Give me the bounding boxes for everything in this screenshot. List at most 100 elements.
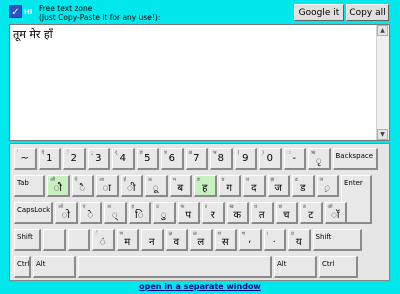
- key-4-char: 4: [119, 153, 126, 164]
- key-extra1[interactable]: [43, 229, 66, 251]
- key-s[interactable]: एे: [79, 202, 102, 224]
- key-equals-char: ृ: [315, 156, 322, 167]
- key-r-char: ी: [126, 183, 136, 194]
- key-p[interactable]: झज: [267, 175, 290, 197]
- key-l[interactable]: थत: [251, 202, 274, 224]
- key-q[interactable]: औौ: [47, 175, 70, 197]
- key-shift-left[interactable]: Shift: [14, 229, 41, 251]
- key-alt-right-label: Alt: [277, 260, 287, 268]
- key-0-char: 0: [266, 153, 273, 164]
- key-d[interactable]: अ्: [104, 202, 127, 224]
- key-o[interactable]: धद: [243, 175, 266, 197]
- key-backslash[interactable]: ऑॉ: [324, 202, 347, 224]
- key-t-char: ू: [152, 183, 159, 194]
- key-grave[interactable]: ' ~: [14, 148, 37, 170]
- key-7-char: 7: [193, 153, 200, 164]
- key-d-char: ्: [111, 210, 118, 221]
- key-3[interactable]: ्र 3: [87, 148, 110, 170]
- key-2[interactable]: ॅ 2: [63, 148, 86, 170]
- hi-checkbox[interactable]: ✓: [9, 5, 22, 18]
- key-y[interactable]: भब: [169, 175, 192, 197]
- key-alt-right[interactable]: Alt: [274, 256, 317, 278]
- key-9[interactable]: (9: [234, 148, 257, 170]
- key-bracket-left[interactable]: ढड: [292, 175, 315, 197]
- key-slash[interactable]: य़ य: [288, 229, 311, 251]
- key-ctrl-right[interactable]: Ctrl: [319, 256, 358, 278]
- key-j[interactable]: ऱर: [202, 202, 225, 224]
- key-p-char: ज: [274, 183, 282, 194]
- key-comma-char: ,: [248, 234, 252, 245]
- scroll-up-arrow-icon[interactable]: ▲: [377, 25, 388, 36]
- key-ctrl-right-label: Ctrl: [322, 260, 335, 268]
- key-b[interactable]: ऴव: [165, 229, 188, 251]
- key-h-char: प: [185, 210, 192, 221]
- key-i[interactable]: घग: [218, 175, 241, 197]
- key-equals[interactable]: ऋृ: [308, 148, 331, 170]
- text-editor[interactable]: तूम मेर हाँ ▲ ▼: [9, 24, 390, 141]
- key-v-char: न: [148, 237, 155, 248]
- key-tab[interactable]: Tab: [14, 175, 45, 197]
- key-grave-char: ~: [20, 153, 29, 164]
- key-b-char: व: [173, 237, 180, 248]
- key-g[interactable]: उु: [153, 202, 176, 224]
- key-period[interactable]: ।.: [263, 229, 286, 251]
- key-a[interactable]: ओो: [55, 202, 78, 224]
- key-capslock[interactable]: CapsLock: [14, 202, 53, 224]
- free-text-hint: (Just Copy-Paste it for any use!):: [39, 13, 161, 22]
- key-8-char: 8: [217, 153, 224, 164]
- key-1[interactable]: ऍ1: [38, 148, 61, 170]
- key-e[interactable]: आा: [96, 175, 119, 197]
- key-m[interactable]: शस: [214, 229, 237, 251]
- key-u[interactable]: ङह: [194, 175, 217, 197]
- key-shift-left-label: Shift: [17, 233, 33, 241]
- scroll-down-arrow-icon[interactable]: ▼: [377, 129, 388, 140]
- key-0[interactable]: ) 0: [259, 148, 282, 170]
- key-6-char: 6: [168, 153, 175, 164]
- key-backspace[interactable]: Backspace: [332, 148, 378, 170]
- key-w[interactable]: ऐै: [71, 175, 94, 197]
- key-n-char: ल: [197, 237, 205, 248]
- key-s-char: े: [87, 210, 94, 221]
- key-quote[interactable]: ठट: [300, 202, 323, 224]
- copy-all-button[interactable]: Copy all: [346, 4, 389, 21]
- key-h[interactable]: फप: [177, 202, 200, 224]
- key-f-char: ि: [134, 210, 144, 221]
- key-8[interactable]: श्र 8: [210, 148, 233, 170]
- key-6[interactable]: त्र 6: [161, 148, 184, 170]
- key-z[interactable]: [67, 229, 90, 251]
- key-period-char: .: [272, 234, 276, 245]
- key-j-char: र: [210, 210, 215, 221]
- key-comma[interactable]: ष,: [239, 229, 262, 251]
- key-tab-label: Tab: [17, 179, 29, 187]
- editor-text[interactable]: तूम मेर हाँ: [13, 27, 53, 42]
- key-c[interactable]: णम: [116, 229, 139, 251]
- vertical-scrollbar[interactable]: ▲ ▼: [376, 25, 389, 140]
- key-minus[interactable]: ः -: [283, 148, 306, 170]
- key-7[interactable]: क्ष 7: [185, 148, 208, 170]
- key-x[interactable]: ँं: [92, 229, 115, 251]
- key-k[interactable]: खक: [226, 202, 249, 224]
- key-v[interactable]: न: [141, 229, 164, 251]
- key-bracket-left-char: ड: [300, 183, 306, 194]
- key-bracket-right[interactable]: ञ़: [316, 175, 339, 197]
- key-a-char: ो: [61, 210, 71, 221]
- key-ctrl-left-label: Ctrl: [17, 260, 30, 268]
- google-it-button[interactable]: Google it: [294, 4, 344, 21]
- key-alt-left[interactable]: Alt: [33, 256, 76, 278]
- key-g-char: ु: [160, 210, 167, 221]
- key-shift-right[interactable]: Shift: [312, 229, 362, 251]
- key-quote-char: ट: [308, 210, 314, 221]
- key-t[interactable]: ऊू: [145, 175, 168, 197]
- key-f[interactable]: इि: [128, 202, 151, 224]
- key-2-char: 2: [70, 153, 77, 164]
- open-separate-window-link[interactable]: open in a separate window: [0, 282, 400, 291]
- key-semicolon[interactable]: छच: [275, 202, 298, 224]
- key-space[interactable]: [78, 256, 272, 278]
- key-ctrl-left[interactable]: Ctrl: [14, 256, 31, 278]
- key-5[interactable]: ज्ञ 5: [136, 148, 159, 170]
- key-m-char: स: [221, 237, 229, 248]
- key-n[interactable]: ळल: [190, 229, 213, 251]
- key-4[interactable]: र् 4: [112, 148, 135, 170]
- key-r[interactable]: ईी: [120, 175, 143, 197]
- key-bracket-right-char: ़: [324, 183, 331, 194]
